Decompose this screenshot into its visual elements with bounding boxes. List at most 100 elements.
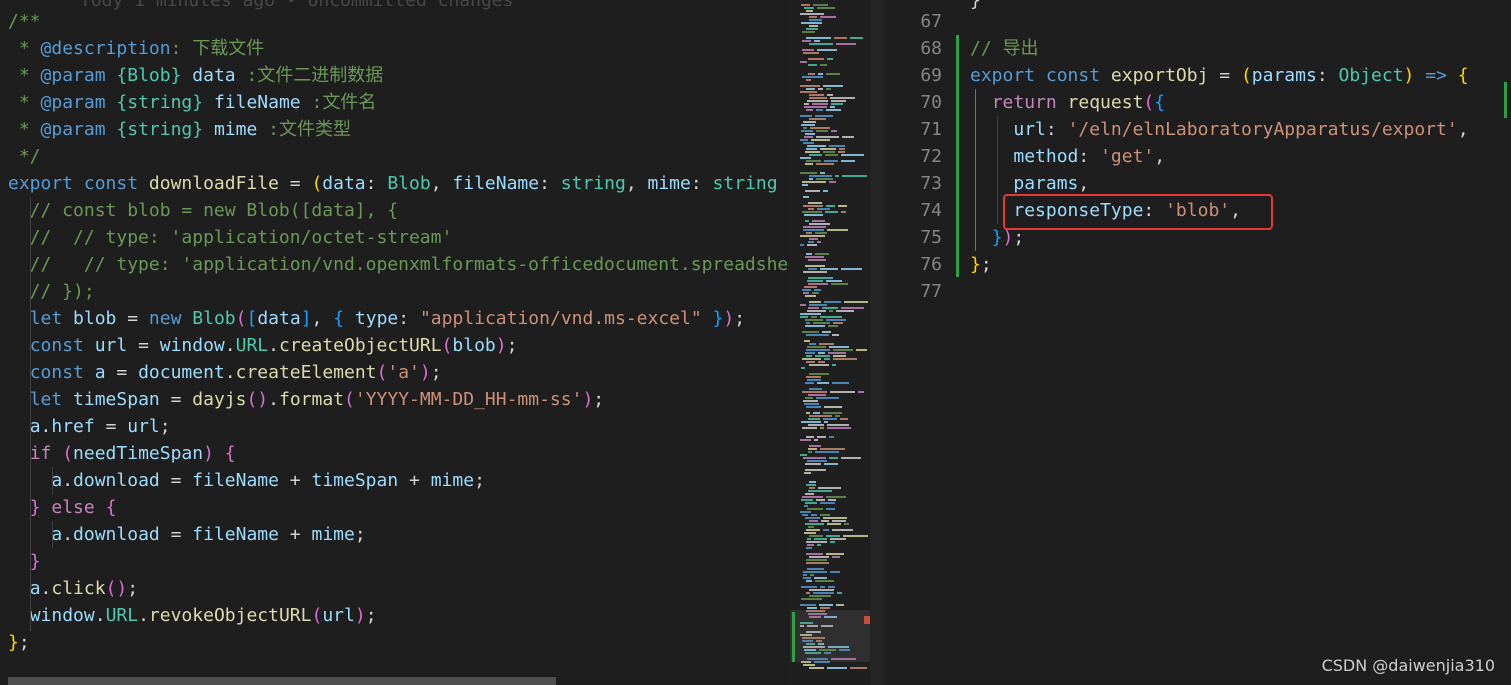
- code-line: return request({: [970, 89, 1165, 116]
- line-number: 76: [920, 254, 942, 275]
- minimap-line: [809, 487, 815, 489]
- minimap-line: [856, 349, 867, 351]
- minimap-line: [802, 358, 821, 360]
- code-token: ): [1403, 65, 1426, 86]
- right-editor-pane[interactable]: } 67 68// 导出 69 export const exportObj = (p…: [884, 0, 1511, 685]
- code-line: // // type: 'application/octet-stream': [8, 224, 453, 251]
- minimap-line: [807, 280, 823, 282]
- code-line: };: [970, 251, 992, 278]
- code-token: fileName: [192, 470, 279, 491]
- minimap-line: [809, 535, 823, 537]
- indent-guide: [975, 89, 976, 251]
- code-token: // const blob = new Blob([data], {: [8, 200, 399, 221]
- code-token: string: [712, 173, 778, 194]
- minimap-line: [800, 604, 816, 606]
- code-token: mime: [430, 470, 475, 491]
- minimap-line: [814, 439, 818, 441]
- minimap-line: [808, 418, 820, 420]
- code-token: data: [192, 65, 236, 86]
- code-token: click: [51, 578, 106, 599]
- code-token: timeSpan: [311, 470, 399, 491]
- minimap-line: [819, 604, 833, 606]
- code-token: /**: [8, 11, 41, 32]
- minimap-line: [826, 205, 835, 207]
- minimap-line: [835, 415, 840, 417]
- minimap-line: [809, 595, 831, 597]
- minimap-line: [833, 355, 846, 357]
- minimap-line: [826, 73, 840, 75]
- minimap-line: [806, 232, 812, 234]
- minimap-line: [803, 127, 807, 129]
- code-line: method: 'get',: [970, 143, 1165, 170]
- minimap-line: [805, 190, 820, 192]
- minimap-line: [832, 334, 839, 336]
- left-editor-pane[interactable]: Yody 1 minutes ago • Uncommitted changes…: [0, 0, 790, 685]
- code-token: if: [29, 443, 63, 464]
- code-token: blob: [73, 308, 117, 329]
- code-token: window: [159, 335, 225, 356]
- minimap-line: [815, 355, 830, 357]
- minimap-line: [824, 406, 842, 408]
- minimap-line: [806, 559, 827, 561]
- minimap-line: [806, 541, 827, 543]
- minimap-line: [801, 499, 813, 501]
- code-line: * @description: 下载文件: [8, 35, 264, 62]
- code-token: }: [970, 254, 981, 275]
- code-line: // });: [8, 278, 95, 305]
- minimap-line: [802, 184, 808, 186]
- code-token: =: [1208, 65, 1241, 86]
- minimap-line: [800, 439, 811, 441]
- minimap-line: [843, 535, 868, 537]
- code-token: params: [1013, 173, 1079, 194]
- minimap-line: [840, 418, 848, 420]
- code-token: .: [268, 335, 279, 356]
- minimap-line: [817, 436, 826, 438]
- code-token: :文件类型: [257, 119, 351, 140]
- minimap-line: [818, 73, 823, 75]
- minimap-line: [832, 364, 836, 366]
- minimap-line: [809, 238, 818, 240]
- minimap-slider[interactable]: [790, 610, 870, 662]
- code-token: [: [246, 308, 258, 329]
- minimap-line: [806, 436, 814, 438]
- minimap-line: [805, 163, 813, 165]
- minimap-line: [800, 115, 812, 117]
- code-token: download: [73, 470, 160, 491]
- minimap-line: [806, 349, 830, 351]
- minimap-line: [800, 139, 808, 141]
- code-token: new: [148, 308, 193, 329]
- code-token: 'a': [387, 362, 420, 383]
- minimap-line: [802, 496, 823, 498]
- code-token: createObjectURL: [278, 335, 442, 356]
- minimap-line: [820, 514, 830, 516]
- minimap-line: [806, 88, 815, 90]
- minimap-line: [808, 307, 819, 309]
- minimap-line: [809, 223, 830, 225]
- editor-split-divider[interactable]: [870, 0, 884, 685]
- minimap-line: [820, 64, 827, 66]
- minimap-line: [800, 172, 817, 174]
- code-token: {: [333, 308, 345, 329]
- minimap-line: [800, 85, 820, 87]
- minimap-line: [806, 580, 812, 582]
- horizontal-scrollbar[interactable]: [8, 677, 556, 685]
- minimap[interactable]: [790, 0, 870, 685]
- code-token: *: [8, 38, 41, 59]
- minimap-line: [815, 232, 827, 234]
- minimap-line: [829, 310, 833, 312]
- overview-ruler-marker: [1504, 82, 1507, 118]
- minimap-line: [805, 133, 815, 135]
- minimap-line: [809, 589, 834, 591]
- code-token: ): [203, 443, 225, 464]
- minimap-line: [812, 103, 828, 105]
- minimap-line: [800, 304, 806, 306]
- code-line: let blob = new Blob([data], { type: "app…: [8, 305, 745, 332]
- code-line: a.href = url;: [8, 413, 171, 440]
- minimap-line: [809, 304, 827, 306]
- minimap-line: [806, 148, 817, 150]
- minimap-line: [800, 13, 824, 15]
- minimap-line: [817, 208, 830, 210]
- code-token: ,: [1154, 146, 1166, 167]
